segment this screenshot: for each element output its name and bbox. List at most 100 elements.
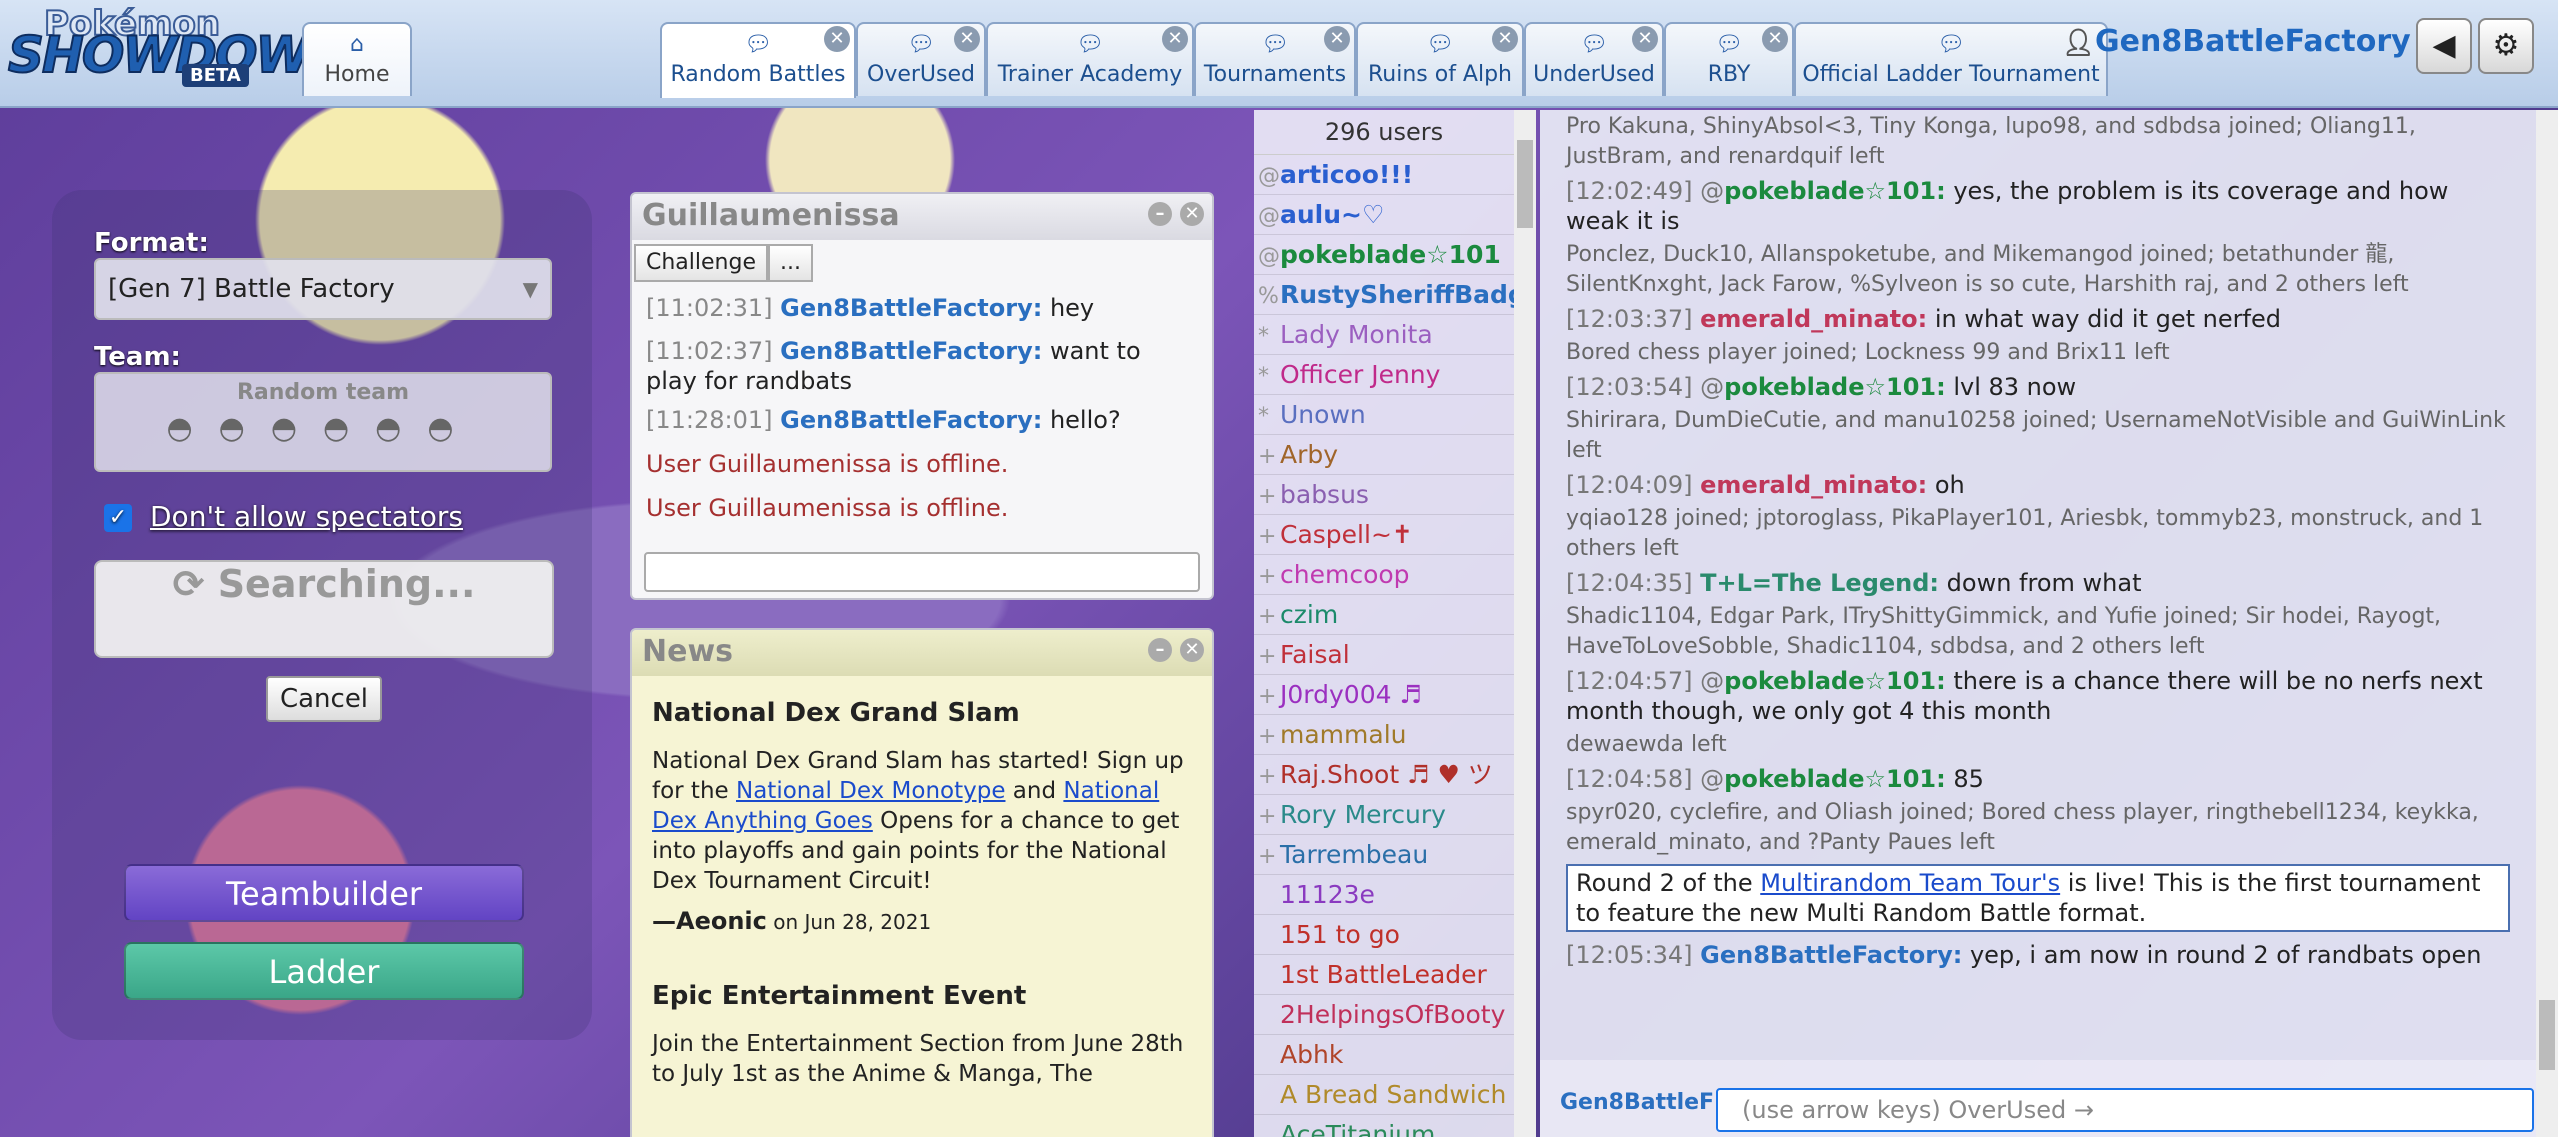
tab-ruins-of-alph[interactable]: 💬︎ Ruins of Alph ✕	[1356, 22, 1524, 96]
chat-username[interactable]: pokeblade☆101:	[1724, 765, 1946, 793]
checkbox-icon[interactable]: ✓	[104, 504, 132, 532]
tab-random-battles[interactable]: 💬︎ Random Battles ✕	[660, 22, 856, 98]
close-icon[interactable]: ✕	[1162, 26, 1188, 52]
chat-username[interactable]: emerald_minato:	[1700, 471, 1927, 499]
header: Pokémon SHOWDOWN! BETA ⌂ Home 💬︎ Random …	[0, 0, 2558, 108]
user-list-item[interactable]: Abhk	[1254, 1035, 1514, 1075]
tab-label: Ruins of Alph	[1367, 62, 1513, 87]
username: aulu~♡	[1280, 200, 1385, 229]
chat-username[interactable]: pokeblade☆101:	[1724, 667, 1946, 695]
chat-username[interactable]: emerald_minato:	[1700, 305, 1927, 333]
news-headline: National Dex Grand Slam	[652, 698, 1020, 728]
news-link[interactable]: National Dex Monotype	[736, 778, 1005, 804]
user-list-item[interactable]: + mammalu	[1254, 715, 1514, 755]
chat-message: [12:04:57] @pokeblade☆101: there is a ch…	[1566, 667, 2483, 725]
user-list-item[interactable]: + Caspell~✝	[1254, 515, 1514, 555]
challenge-button[interactable]: Challenge	[634, 244, 768, 282]
more-button[interactable]: ...	[768, 244, 813, 282]
showdown-logo[interactable]: Pokémon SHOWDOWN! BETA	[4, 3, 372, 87]
pokeball-icons: ◓◓◓◓◓◓	[166, 411, 480, 446]
format-select[interactable]: [Gen 7] Battle Factory ▼	[94, 258, 552, 320]
user-count[interactable]: 296 users	[1254, 110, 1514, 155]
user-list-item[interactable]: + chemcoop	[1254, 555, 1514, 595]
tab-trainer-academy[interactable]: 💬︎ Trainer Academy ✕	[986, 22, 1194, 96]
username: chemcoop	[1280, 560, 1410, 589]
user-list-item[interactable]: + Arby	[1254, 435, 1514, 475]
chat-input[interactable]: (use arrow keys) OverUsed →	[1716, 1088, 2534, 1132]
user-list-item[interactable]: * Unown	[1254, 395, 1514, 435]
user-list-item[interactable]: * Officer Jenny	[1254, 355, 1514, 395]
username: Lady Monita	[1280, 320, 1433, 349]
ladder-button[interactable]: Ladder	[124, 942, 524, 1000]
tab-rby[interactable]: 💬︎ RBY ✕	[1664, 22, 1794, 96]
pm-header[interactable]: Guillaumenissa – ✕	[632, 194, 1212, 240]
rank-symbol: *	[1258, 324, 1269, 349]
username-display[interactable]: 👤︎Gen8BattleFactory	[2062, 24, 2411, 80]
sound-button[interactable]: ◀	[2416, 18, 2472, 74]
user-list-item[interactable]: 1st BattleLeader	[1254, 955, 1514, 995]
user-list-item[interactable]: @pokeblade☆101	[1254, 235, 1514, 275]
system-message: Shirirara, DumDieCutie, and manu10258 jo…	[1566, 408, 2506, 463]
pm-window: Guillaumenissa – ✕ Challenge... [11:02:3…	[630, 192, 1214, 600]
user-list-item[interactable]: + Rory Mercury	[1254, 795, 1514, 835]
minimize-icon[interactable]: –	[1148, 638, 1172, 662]
close-icon[interactable]: ✕	[1762, 26, 1788, 52]
close-icon[interactable]: ✕	[1180, 202, 1204, 226]
chat-username[interactable]: pokeblade☆101:	[1724, 373, 1946, 401]
close-icon[interactable]: ✕	[1632, 26, 1658, 52]
scroll-thumb[interactable]	[2539, 1000, 2555, 1070]
user-list-item[interactable]: @aulu~♡	[1254, 195, 1514, 235]
chat-username[interactable]: pokeblade☆101:	[1724, 177, 1946, 205]
chat-scrollbar[interactable]	[2536, 110, 2558, 1137]
settings-button[interactable]: ⚙	[2478, 18, 2534, 74]
close-icon[interactable]: ✕	[1492, 26, 1518, 52]
username: 11123e	[1280, 880, 1375, 909]
chat-username[interactable]: T+L=The Legend:	[1700, 569, 1939, 597]
userlist-scrollbar[interactable]	[1514, 110, 1536, 1137]
rank-symbol: +	[1258, 484, 1277, 509]
user-list-item[interactable]: @articoo!!!	[1254, 155, 1514, 195]
own-username[interactable]: Gen8BattleF	[1560, 1090, 1714, 1115]
user-list-item[interactable]: AceTitanium	[1254, 1115, 1514, 1137]
spectators-checkbox[interactable]: ✓ Don't allow spectators	[104, 500, 463, 533]
user-list-item[interactable]: + Raj.Shoot ♬ ♥ ツ	[1254, 755, 1514, 795]
team-select[interactable]: Random team ◓◓◓◓◓◓	[94, 372, 552, 472]
user-list-item[interactable]: + czim	[1254, 595, 1514, 635]
user-list-item[interactable]: + Faisal	[1254, 635, 1514, 675]
rank-symbol: @	[1258, 244, 1280, 269]
news-body: National Dex Grand Slam has started! Sig…	[652, 748, 1184, 894]
chat-message: [12:04:09] emerald_minato: oh	[1566, 471, 1965, 499]
chat-message: [12:02:49] @pokeblade☆101: yes, the prob…	[1566, 177, 2449, 235]
tab-overused[interactable]: 💬︎ OverUsed ✕	[856, 22, 986, 96]
close-icon[interactable]: ✕	[824, 26, 850, 52]
user-list-item[interactable]: %RustySheriffBadge	[1254, 275, 1514, 315]
close-icon[interactable]: ✕	[954, 26, 980, 52]
close-icon[interactable]: ✕	[1324, 26, 1350, 52]
teambuilder-button[interactable]: Teambuilder	[124, 864, 524, 922]
tab-tournaments[interactable]: 💬︎ Tournaments ✕	[1194, 22, 1356, 96]
user-list-item[interactable]: 11123e	[1254, 875, 1514, 915]
user-list-item[interactable]: * Lady Monita	[1254, 315, 1514, 355]
tab-underused[interactable]: 💬︎ UnderUsed ✕	[1524, 22, 1664, 96]
news-title: News	[642, 634, 734, 669]
user-list-item[interactable]: + babsus	[1254, 475, 1514, 515]
news-window: News – ✕ National Dex Grand Slam Nationa…	[630, 628, 1214, 1137]
user-list-item[interactable]: 151 to go	[1254, 915, 1514, 955]
close-icon[interactable]: ✕	[1180, 638, 1204, 662]
user-list-item[interactable]: + Tarrembeau	[1254, 835, 1514, 875]
user-list-item[interactable]: A Bread Sandwich	[1254, 1075, 1514, 1115]
system-message: Ponclez, Duck10, Allanspoketube, and Mik…	[1566, 242, 2409, 297]
minimize-icon[interactable]: –	[1148, 202, 1172, 226]
pm-input[interactable]	[644, 552, 1200, 592]
username: mammalu	[1280, 720, 1407, 749]
cancel-button[interactable]: Cancel	[266, 676, 382, 722]
user-list-item[interactable]: 2HelpingsOfBooty	[1254, 995, 1514, 1035]
searching-button[interactable]: ⟳ Searching...	[94, 560, 554, 658]
chat-input-bar: Gen8BattleF (use arrow keys) OverUsed →	[1540, 1060, 2536, 1137]
tour-link[interactable]: Multirandom Team Tour's	[1760, 869, 2060, 897]
user-list-item[interactable]: + J0rdy004 ♬	[1254, 675, 1514, 715]
scroll-thumb[interactable]	[1517, 140, 1533, 228]
tab-home[interactable]: ⌂ Home	[302, 22, 412, 96]
tab-official-ladder-tournament[interactable]: 💬︎ Official Ladder Tournament	[1794, 22, 2108, 96]
news-header[interactable]: News – ✕	[632, 630, 1212, 676]
